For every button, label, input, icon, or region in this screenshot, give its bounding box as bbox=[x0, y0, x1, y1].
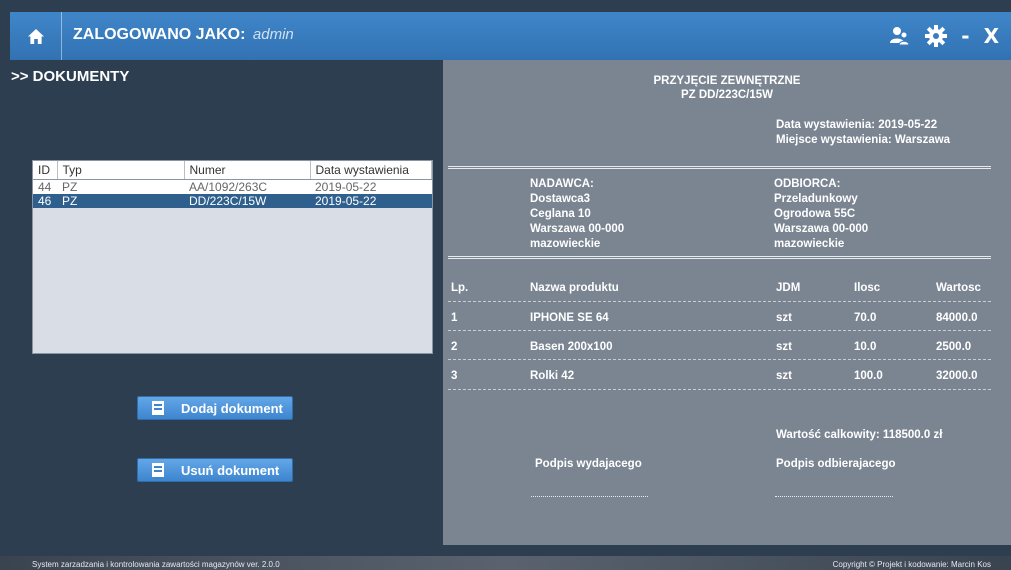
add-document-button[interactable]: Dodaj dokument bbox=[137, 396, 293, 420]
footer-copyright: Copyright © Projekt i kodowanie: Marcin … bbox=[832, 560, 991, 569]
document-icon bbox=[152, 401, 164, 417]
issuer-signature-line bbox=[531, 496, 648, 497]
cell-id: 46 bbox=[33, 193, 57, 208]
close-button[interactable]: X bbox=[984, 24, 999, 48]
divider bbox=[448, 256, 991, 259]
sender-name: Dostawca3 bbox=[530, 193, 591, 205]
receiver-signature-line bbox=[775, 496, 893, 497]
issue-place: Miejsce wystawienia: Warszawa bbox=[776, 134, 951, 146]
receiver-city: Warszawa 00-000 bbox=[774, 223, 869, 235]
column-header-data[interactable]: Data wystawienia bbox=[310, 161, 432, 180]
item-value: 84000.0 bbox=[936, 312, 978, 324]
document-number: PZ DD/223C/15W bbox=[680, 89, 774, 101]
col-jdm: JDM bbox=[776, 282, 801, 294]
sender-label: NADAWCA: bbox=[530, 178, 594, 190]
column-header-numer[interactable]: Numer bbox=[184, 161, 311, 180]
item-lp: 1 bbox=[451, 312, 458, 324]
table-header: ID Typ Numer Data wystawienia bbox=[33, 161, 432, 180]
divider bbox=[448, 389, 991, 390]
item-name: IPHONE SE 64 bbox=[530, 312, 609, 324]
item-qty: 10.0 bbox=[854, 341, 877, 353]
column-header-id[interactable]: ID bbox=[33, 161, 58, 180]
item-value: 2500.0 bbox=[936, 341, 972, 353]
logged-in-label: ZALOGOWANO JAKO: admin bbox=[73, 26, 294, 44]
document-type: PRZYJĘCIE ZEWNĘTRZNE bbox=[653, 75, 801, 87]
home-button[interactable] bbox=[10, 12, 62, 60]
cell-data: 2019-05-22 bbox=[310, 193, 432, 208]
username: admin bbox=[252, 26, 294, 43]
divider bbox=[448, 166, 991, 169]
gear-icon bbox=[925, 25, 948, 47]
table-row-selected[interactable]: 46 PZ DD/223C/15W 2019-05-22 bbox=[33, 193, 432, 208]
col-lp: Lp. bbox=[451, 282, 469, 294]
col-product: Nazwa produktu bbox=[530, 282, 619, 294]
settings-button[interactable] bbox=[925, 25, 948, 47]
issuer-signature-label: Podpis wydajacego bbox=[535, 458, 642, 470]
status-bar: System zarzadzania i kontrolowania zawar… bbox=[0, 556, 1011, 570]
col-qty: Ilosc bbox=[854, 282, 881, 294]
cell-data: 2019-05-22 bbox=[310, 179, 432, 194]
item-name: Rolki 42 bbox=[530, 370, 575, 382]
document-icon bbox=[152, 463, 164, 479]
item-name: Basen 200x100 bbox=[530, 341, 613, 353]
home-icon bbox=[27, 28, 44, 44]
issue-date: Data wystawienia: 2019-05-22 bbox=[776, 119, 938, 131]
item-jdm: szt bbox=[776, 312, 792, 324]
table-row[interactable]: 44 PZ AA/1092/263C 2019-05-22 bbox=[33, 179, 432, 194]
cell-typ: PZ bbox=[57, 193, 184, 208]
receiver-label: ODBIORCA: bbox=[774, 178, 841, 190]
receiver-street: Ogrodowa 55C bbox=[774, 208, 856, 220]
document-preview: PRZYJĘCIE ZEWNĘTRZNE PZ DD/223C/15W Data… bbox=[443, 60, 1011, 545]
remove-document-label: Usuń dokument bbox=[181, 462, 280, 478]
item-qty: 100.0 bbox=[854, 370, 883, 382]
total-value: Wartość calkowity: 118500.0 zł bbox=[776, 429, 943, 441]
item-jdm: szt bbox=[776, 341, 792, 353]
logged-in-text: ZALOGOWANO JAKO: bbox=[73, 26, 246, 43]
divider bbox=[448, 359, 991, 360]
receiver-signature-label: Podpis odbierajacego bbox=[776, 458, 896, 470]
cell-numer: AA/1092/263C bbox=[184, 179, 310, 194]
divider bbox=[448, 301, 991, 302]
section-title: >> DOKUMENTY bbox=[11, 68, 130, 85]
item-value: 32000.0 bbox=[936, 370, 978, 382]
receiver-name: Przeladunkowy bbox=[774, 193, 858, 205]
item-qty: 70.0 bbox=[854, 312, 877, 324]
receiver-block: ODBIORCA: Przeladunkowy Ogrodowa 55C War… bbox=[774, 177, 868, 252]
documents-table[interactable]: ID Typ Numer Data wystawienia 44 PZ AA/1… bbox=[32, 160, 433, 354]
add-document-label: Dodaj dokument bbox=[181, 400, 283, 416]
top-bar: ZALOGOWANO JAKO: admin - X bbox=[10, 12, 1011, 60]
minimize-button[interactable]: - bbox=[961, 24, 969, 48]
item-lp: 3 bbox=[451, 370, 458, 382]
cell-id: 44 bbox=[33, 179, 57, 194]
column-header-typ[interactable]: Typ bbox=[57, 161, 185, 180]
sender-city: Warszawa 00-000 bbox=[530, 223, 625, 235]
footer-version: System zarzadzania i kontrolowania zawar… bbox=[32, 560, 280, 569]
sender-street: Ceglana 10 bbox=[530, 208, 591, 220]
col-value: Wartosc bbox=[936, 282, 981, 294]
item-jdm: szt bbox=[776, 370, 792, 382]
item-lp: 2 bbox=[451, 341, 458, 353]
sender-block: NADAWCA: Dostawca3 Ceglana 10 Warszawa 0… bbox=[530, 177, 624, 252]
receiver-region: mazowieckie bbox=[774, 238, 845, 250]
cell-numer: DD/223C/15W bbox=[184, 193, 310, 208]
divider bbox=[448, 330, 991, 331]
users-icon bbox=[890, 27, 910, 46]
window-controls: - X bbox=[882, 12, 1011, 60]
sender-region: mazowieckie bbox=[530, 238, 601, 250]
cell-typ: PZ bbox=[57, 179, 184, 194]
remove-document-button[interactable]: Usuń dokument bbox=[137, 458, 293, 482]
users-button[interactable] bbox=[889, 26, 911, 46]
